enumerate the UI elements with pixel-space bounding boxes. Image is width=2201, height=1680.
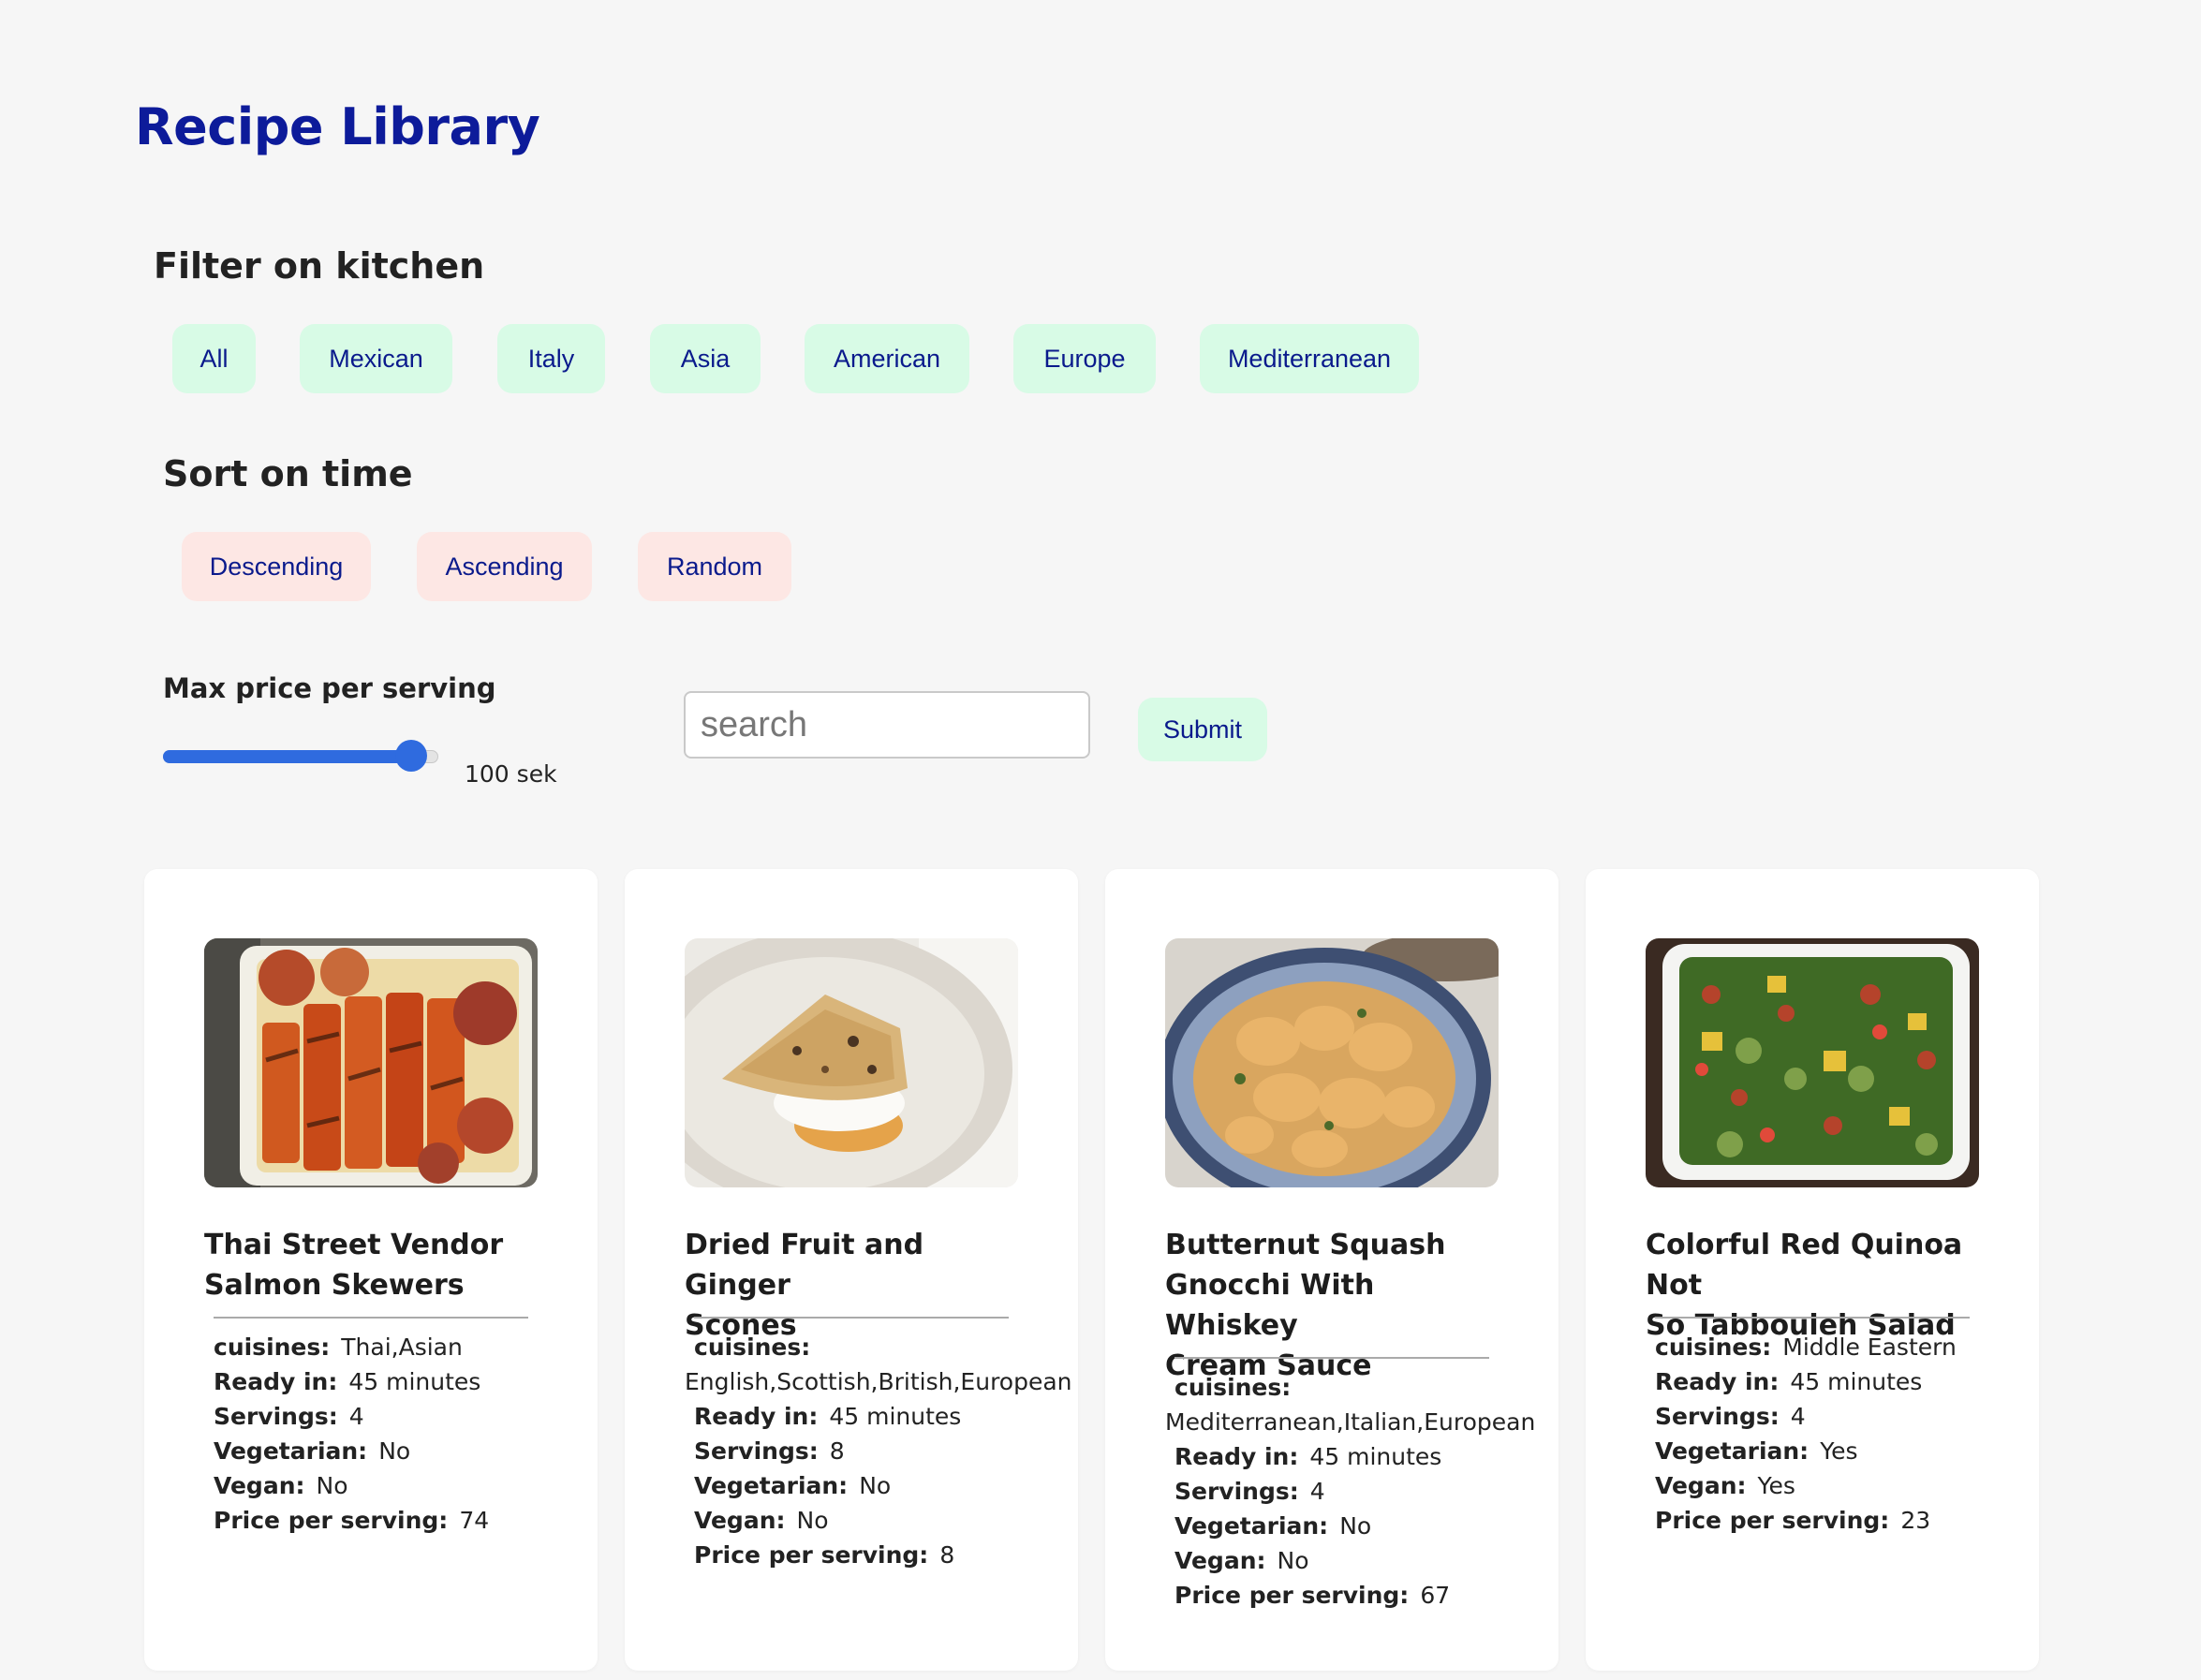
recipe-details: cuisines: Middle Eastern Ready in: 45 minu… [1655,1334,1957,1534]
filter-mediterranean-button[interactable]: Mediterranean [1200,324,1419,393]
recipe-details: cuisines: Mediterranean,Italian,European … [1165,1374,1536,1609]
filter-american-button[interactable]: American [805,324,969,393]
divider [694,1317,1009,1319]
recipe-details: cuisines: English,Scottish,British,Europe… [685,1334,1072,1569]
recipe-card[interactable]: Dried Fruit and Ginger Scones cuisines: En… [625,869,1078,1671]
scone-photo [685,938,1018,1187]
submit-button[interactable]: Submit [1138,698,1267,761]
sort-random-button[interactable]: Random [638,532,791,601]
filter-heading: Filter on kitchen [154,245,485,287]
slider-thumb[interactable] [394,740,427,772]
page-title: Recipe Library [135,97,540,156]
filter-mexican-button[interactable]: Mexican [300,324,452,393]
max-price-slider[interactable] [163,740,438,772]
salmon-skewers-photo [204,938,538,1187]
recipe-title[interactable]: Thai Street Vendor Salmon Skewers [204,1225,541,1305]
filter-europe-button[interactable]: Europe [1013,324,1156,393]
recipe-card[interactable]: Butternut Squash Gnocchi With Whiskey Crea… [1105,869,1558,1671]
recipe-card[interactable]: Thai Street Vendor Salmon Skewers cuisine… [144,869,598,1671]
sort-ascending-button[interactable]: Ascending [417,532,592,601]
sort-heading: Sort on time [163,453,413,494]
divider [1174,1357,1489,1359]
recipe-title[interactable]: Dried Fruit and Ginger Scones [685,1225,1022,1346]
recipe-title[interactable]: Colorful Red Quinoa Not So Tabbouleh Sala… [1646,1225,1983,1346]
recipe-details: cuisines: Thai,Asian Ready in: 45 minutes … [214,1334,490,1534]
recipe-card[interactable]: Colorful Red Quinoa Not So Tabbouleh Sala… [1586,869,2039,1671]
filter-italy-button[interactable]: Italy [497,324,605,393]
max-price-heading: Max price per serving [163,672,496,704]
filter-asia-button[interactable]: Asia [650,324,761,393]
filter-all-button[interactable]: All [172,324,256,393]
divider [1655,1317,1970,1319]
gnocchi-photo [1165,938,1499,1187]
recipe-title[interactable]: Butternut Squash Gnocchi With Whiskey Crea… [1165,1225,1502,1386]
max-price-value: 100 sek [465,760,557,788]
sort-descending-button[interactable]: Descending [182,532,371,601]
slider-fill [163,750,411,763]
divider [214,1317,528,1319]
search-input[interactable] [684,691,1090,759]
quinoa-salad-photo [1646,938,1979,1187]
